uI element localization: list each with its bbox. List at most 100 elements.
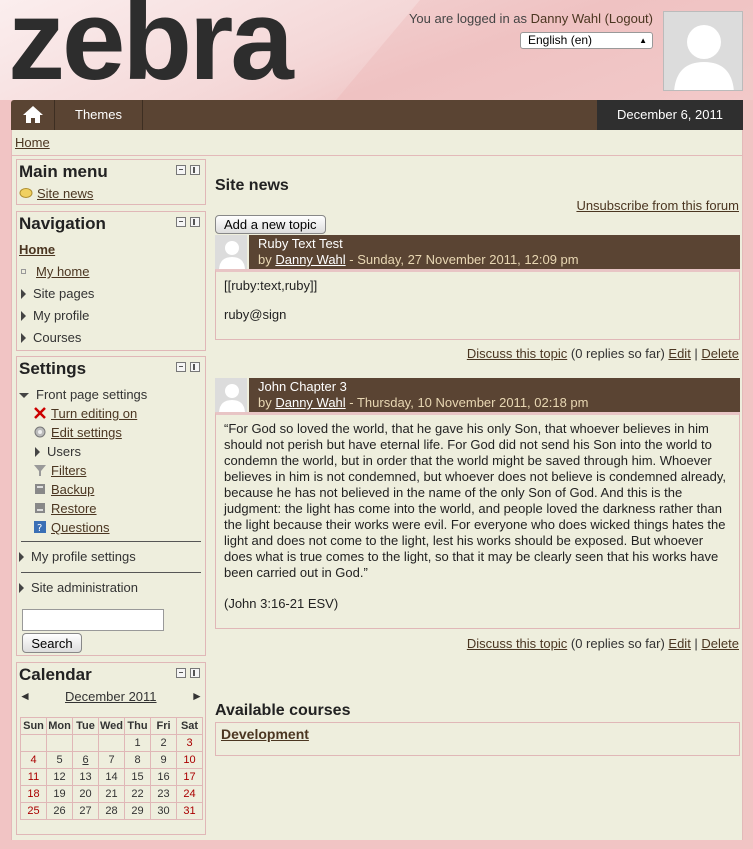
site-news-heading: Site news	[215, 177, 289, 194]
backup-link[interactable]: Backup	[51, 482, 94, 497]
post-author-avatar[interactable]	[215, 235, 249, 269]
users-label: Users	[47, 444, 81, 459]
nav-courses-item[interactable]: Courses	[21, 330, 81, 345]
collapse-icon[interactable]	[176, 362, 186, 372]
home-icon	[23, 106, 43, 123]
collapse-icon[interactable]	[176, 217, 186, 227]
unsubscribe-link[interactable]: Unsubscribe from this forum	[576, 198, 739, 213]
calendar-day: 12	[46, 768, 73, 786]
backup-item[interactable]: Backup	[33, 482, 94, 497]
questions-item[interactable]: ? Questions	[33, 520, 110, 535]
restore-link[interactable]: Restore	[51, 501, 97, 516]
site-news-link[interactable]: Site news	[37, 186, 93, 201]
discuss-topic-link[interactable]: Discuss this topic	[467, 636, 567, 651]
login-info: You are logged in as Danny Wahl (Logout)	[409, 11, 653, 26]
dock-icon[interactable]	[190, 165, 200, 175]
turn-editing-item[interactable]: Turn editing on	[33, 406, 137, 421]
nav-home-item[interactable]: Home	[19, 242, 55, 257]
add-topic-button[interactable]: Add a new topic	[215, 215, 326, 234]
settings-search-input[interactable]	[22, 609, 164, 631]
turn-editing-link[interactable]: Turn editing on	[51, 406, 137, 421]
calendar-day	[72, 734, 99, 752]
settings-block: Settings Front page settings Turn editin…	[16, 356, 206, 656]
site-logo[interactable]: zebra	[8, 0, 294, 98]
collapse-icon[interactable]	[176, 165, 186, 175]
edit-post-link[interactable]: Edit	[668, 346, 690, 361]
page-content: Home Main menu Site news Navigation Home…	[11, 130, 743, 840]
post-date: - Sunday, 27 November 2011, 12:09 pm	[345, 252, 579, 267]
user-name-link[interactable]: Danny Wahl	[531, 11, 601, 26]
post-actions: Discuss this topic (0 replies so far) Ed…	[467, 346, 739, 361]
questions-link[interactable]: Questions	[51, 520, 110, 535]
delete-post-link[interactable]: Delete	[701, 636, 739, 651]
calendar-day: 3	[176, 734, 203, 752]
gear-icon	[34, 426, 46, 438]
calendar-day: 16	[150, 768, 177, 786]
edit-tools-icon	[34, 407, 46, 419]
backup-icon	[35, 484, 45, 494]
calendar-day: 18	[20, 785, 47, 803]
forum-post: John Chapter 3 by Danny Wahl - Thursday,…	[215, 378, 740, 629]
course-link-development[interactable]: Development	[221, 726, 309, 742]
calendar-day: 28	[98, 802, 125, 820]
home-nav-button[interactable]	[11, 100, 55, 130]
dock-icon[interactable]	[190, 362, 200, 372]
user-avatar[interactable]	[663, 11, 743, 91]
dock-icon[interactable]	[190, 217, 200, 227]
front-page-settings-label: Front page settings	[36, 387, 148, 402]
calendar-day-today[interactable]: 6	[72, 751, 99, 769]
nav-courses-label: Courses	[33, 330, 82, 345]
users-item[interactable]: Users	[35, 444, 81, 459]
post-author-avatar[interactable]	[215, 378, 249, 412]
block-controls	[176, 668, 202, 678]
nav-site-pages-item[interactable]: Site pages	[21, 286, 94, 301]
course-list: Development	[215, 722, 740, 756]
filters-link[interactable]: Filters	[51, 463, 86, 478]
nav-my-profile-item[interactable]: My profile	[21, 308, 89, 323]
collapse-arrow-icon	[19, 393, 29, 398]
collapse-icon[interactable]	[176, 668, 186, 678]
post-author-link[interactable]: Danny Wahl	[275, 395, 345, 410]
post-body: [[ruby:text,ruby]] ruby@sign	[215, 269, 740, 340]
calendar-day: 15	[124, 768, 151, 786]
calendar-month-link[interactable]: December 2011	[65, 689, 157, 704]
my-profile-settings-item[interactable]: My profile settings	[19, 549, 136, 564]
edit-settings-link[interactable]: Edit settings	[51, 425, 122, 440]
calendar-day: 14	[98, 768, 125, 786]
dock-icon[interactable]	[190, 668, 200, 678]
user-silhouette-icon	[215, 235, 247, 269]
edit-post-link[interactable]: Edit	[668, 636, 690, 651]
calendar-next-month[interactable]: ►	[191, 689, 203, 703]
nav-my-home-link[interactable]: My home	[36, 264, 89, 279]
block-controls	[176, 165, 202, 175]
settings-search-button[interactable]: Search	[22, 633, 82, 653]
logout-link[interactable]: (Logout)	[605, 11, 653, 26]
nav-my-home-item[interactable]: My home	[21, 264, 89, 279]
calendar-day: 2	[150, 734, 177, 752]
restore-item[interactable]: Restore	[33, 501, 97, 516]
calendar-day: 30	[150, 802, 177, 820]
calendar-week: 1 2 3	[20, 734, 203, 752]
discuss-topic-link[interactable]: Discuss this topic	[467, 346, 567, 361]
reply-count: (0 replies so far)	[567, 636, 669, 651]
filters-item[interactable]: Filters	[33, 463, 86, 478]
site-admin-item[interactable]: Site administration	[19, 580, 138, 595]
breadcrumb-home[interactable]: Home	[15, 135, 50, 150]
edit-settings-item[interactable]: Edit settings	[33, 425, 122, 440]
language-select[interactable]: English (en) ▲	[520, 32, 653, 49]
calendar-prev-month[interactable]: ◄	[19, 689, 31, 703]
calendar-grid: Sun Mon Tue Wed Thu Fri Sat 1 2 3 4 5 6	[20, 717, 203, 820]
delete-post-link[interactable]: Delete	[701, 346, 739, 361]
available-courses-heading: Available courses	[215, 702, 351, 719]
post-author-link[interactable]: Danny Wahl	[275, 252, 345, 267]
nav-home-link[interactable]: Home	[19, 242, 55, 257]
nav-date: December 6, 2011	[597, 100, 743, 130]
post-paragraph: ruby@sign	[224, 307, 287, 322]
site-news-item[interactable]: Site news	[19, 186, 93, 201]
settings-divider	[21, 572, 201, 573]
calendar-day: 4	[20, 751, 47, 769]
themes-nav-button[interactable]: Themes	[55, 100, 143, 130]
calendar-day: 13	[72, 768, 99, 786]
expand-arrow-icon	[19, 552, 24, 562]
front-page-settings-item[interactable]: Front page settings	[19, 387, 147, 402]
